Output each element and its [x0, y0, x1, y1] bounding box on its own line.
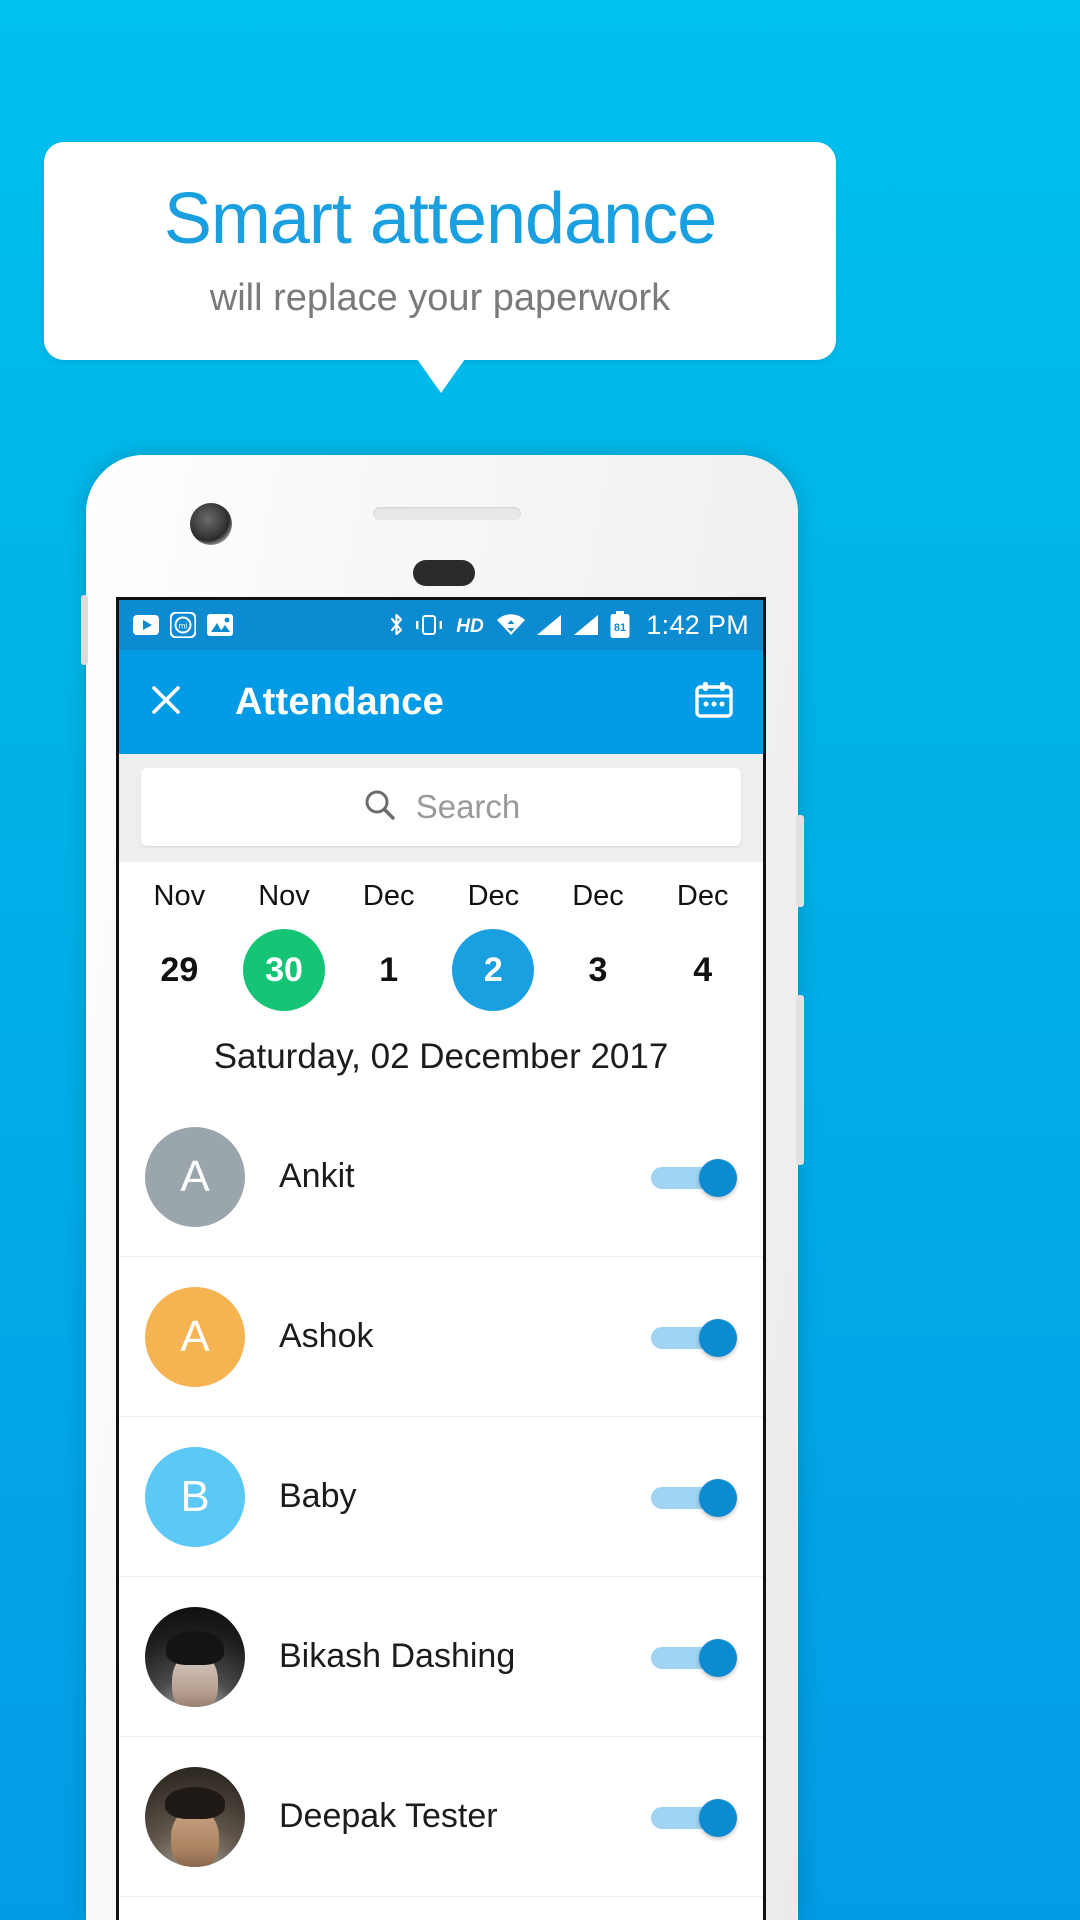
front-camera [190, 503, 232, 545]
table-row[interactable]: Deepak Tester [119, 1737, 763, 1897]
date-month-label: Dec [362, 880, 415, 912]
promo-subtitle: will replace your paperwork [209, 277, 671, 320]
signal-icon-2 [572, 613, 600, 637]
signal-icon-1 [535, 613, 563, 637]
status-bar-clock: 1:42 PM [646, 609, 749, 640]
table-row[interactable]: A Ashok [119, 1257, 763, 1417]
avatar: A [145, 1126, 245, 1227]
date-cell-2[interactable]: Dec 1 [336, 880, 441, 1011]
app-bar: Attendance [119, 650, 763, 754]
date-month-label: Nov [258, 880, 310, 912]
phone-screen: mi HD 81 1:42 PM Attendance Search Nov 2… [116, 597, 766, 1920]
attendance-toggle[interactable] [651, 1638, 737, 1677]
earpiece-speaker [373, 507, 521, 520]
battery-level-label: 81 [614, 622, 626, 634]
attendance-toggle[interactable] [651, 1318, 737, 1357]
date-month-label: Dec [467, 880, 520, 912]
toggle-knob [699, 1158, 737, 1197]
date-day-label: 30 [243, 929, 325, 1011]
person-name: Ankit [279, 1157, 355, 1195]
toggle-knob [699, 1318, 737, 1357]
callout-tail [417, 359, 465, 393]
attendance-toggle[interactable] [651, 1478, 737, 1517]
table-row[interactable]: A Ankit [119, 1097, 763, 1257]
avatar: A [145, 1286, 245, 1387]
avatar-initial: A [180, 1311, 210, 1361]
date-cell-5[interactable]: Dec 4 [650, 880, 755, 1011]
search-input[interactable]: Search [141, 768, 741, 846]
svg-text:mi: mi [179, 622, 188, 631]
date-month-label: Dec [572, 880, 624, 912]
phone-volume-button [796, 815, 804, 907]
status-bar: mi HD 81 1:42 PM [119, 600, 763, 650]
search-placeholder: Search [415, 788, 521, 825]
date-day-label: 3 [588, 950, 608, 989]
svg-text:HD: HD [457, 616, 485, 636]
date-cell-0[interactable]: Nov 29 [127, 880, 232, 1011]
hd-icon: HD [453, 614, 487, 636]
toggle-knob [699, 1638, 737, 1677]
avatar [145, 1606, 245, 1707]
person-name: Deepak Tester [279, 1797, 498, 1835]
search-bar-container: Search [119, 754, 763, 862]
bluetooth-icon [388, 612, 405, 638]
person-name: Ashok [279, 1317, 374, 1355]
toggle-knob [699, 1798, 737, 1837]
person-name: Baby [279, 1477, 357, 1515]
phone-side-button-left [81, 595, 88, 665]
wifi-icon [496, 613, 526, 637]
proximity-sensor [413, 560, 475, 586]
selected-date-heading: Saturday, 02 December 2017 [213, 1037, 669, 1076]
phone-mockup: mi HD 81 1:42 PM Attendance Search Nov 2… [81, 455, 804, 1920]
date-day-label: 29 [160, 950, 199, 989]
avatar-initial: A [180, 1151, 210, 1201]
date-day-label: 2 [452, 929, 535, 1011]
toggle-knob [699, 1478, 737, 1517]
date-day-label: 1 [379, 950, 399, 989]
phone-power-button [796, 995, 804, 1165]
date-cell-1[interactable]: Nov 30 [232, 880, 337, 1011]
table-row[interactable]: B Baby [119, 1417, 763, 1577]
attendance-list: A Ankit A Ashok B Baby Bikash Dashing De… [119, 1097, 763, 1897]
avatar [145, 1766, 245, 1867]
page-title: Attendance [235, 680, 444, 723]
table-row[interactable]: Bikash Dashing [119, 1577, 763, 1737]
person-name: Bikash Dashing [279, 1637, 516, 1675]
promo-callout: Smart attendance will replace your paper… [44, 142, 836, 360]
search-icon [362, 787, 398, 828]
date-cell-4[interactable]: Dec 3 [546, 880, 651, 1011]
date-month-label: Dec [676, 880, 729, 912]
date-month-label: Nov [153, 880, 206, 912]
date-cell-3[interactable]: Dec 2 [441, 880, 546, 1011]
avatar: B [145, 1446, 245, 1547]
attendance-toggle[interactable] [651, 1158, 737, 1197]
promo-title: Smart attendance [163, 178, 717, 259]
youtube-icon [133, 615, 159, 635]
date-strip: Nov 29 Nov 30 Dec 1 Dec 2 Dec 3 Dec 4 [119, 862, 763, 1015]
mi-account-icon: mi [170, 612, 196, 638]
gallery-icon [207, 614, 233, 636]
avatar-initial: B [180, 1471, 210, 1521]
battery-icon: 81 [609, 611, 631, 639]
date-day-label: 4 [693, 950, 713, 989]
close-icon[interactable] [145, 679, 187, 726]
calendar-icon[interactable] [691, 677, 737, 728]
vibrate-icon [414, 613, 444, 637]
attendance-toggle[interactable] [651, 1798, 737, 1837]
